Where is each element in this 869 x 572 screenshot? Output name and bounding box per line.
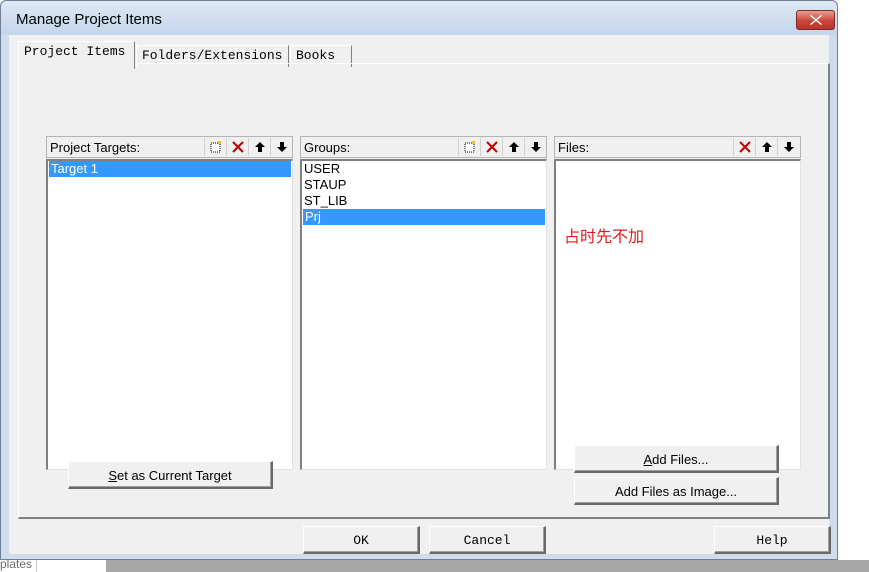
tab-panel-project-items: Project Targets: Target 1 Groups: USER S… [18,63,830,519]
new-item-icon [464,141,475,153]
close-icon [809,15,822,25]
project-targets-list[interactable]: Target 1 [46,159,293,470]
files-header: Files: [554,136,801,158]
move-group-down-button[interactable] [524,138,546,156]
groups-label: Groups: [304,140,351,155]
delete-icon [485,141,498,153]
ok-button[interactable]: OK [303,526,420,554]
list-item-group[interactable]: USER [302,161,546,177]
list-item-group[interactable]: Prj [303,209,545,225]
add-files-label: dd Files... [652,451,709,467]
add-files-accel: A [643,451,653,467]
delete-target-button[interactable] [226,138,248,156]
new-target-button[interactable] [204,138,226,156]
move-target-down-button[interactable] [270,138,292,156]
groups-toolbar [458,138,546,156]
move-down-icon [276,142,287,152]
help-button[interactable]: Help [714,526,831,554]
set-current-target-button[interactable]: Set as Current Target [68,461,273,489]
add-files-button[interactable]: Add Files... [574,445,779,473]
delete-group-button[interactable] [480,138,502,156]
files-toolbar [733,138,799,156]
groups-header: Groups: [300,136,547,158]
move-up-icon [254,142,265,152]
move-up-icon [761,142,772,152]
files-label: Files: [558,140,590,155]
set-current-target-label: et as Current Target [117,467,232,483]
groups-list[interactable]: USER STAUP ST_LIB Prj [300,159,547,470]
move-target-up-button[interactable] [248,138,270,156]
move-down-icon [530,142,541,152]
files-list[interactable]: 占时先不加 [554,159,801,470]
background-desktop [838,0,869,572]
close-button[interactable] [796,10,835,30]
move-up-icon [508,142,519,152]
delete-icon [738,141,751,153]
background-panel [106,560,869,572]
move-group-up-button[interactable] [502,138,524,156]
list-item-group[interactable]: STAUP [302,177,546,193]
delete-icon [231,141,244,153]
move-file-up-button[interactable] [755,138,777,156]
set-current-target-accel: S [108,467,117,483]
title-bar[interactable]: Manage Project Items [1,1,837,35]
project-targets-label: Project Targets: [50,140,141,155]
new-group-button[interactable] [458,138,480,156]
tab-project-items[interactable]: Project Items [18,41,135,69]
dialog-client-area: Project Items Folders/Extensions Books P… [9,35,831,554]
project-targets-toolbar [204,138,292,156]
add-files-as-image-button[interactable]: Add Files as Image... [574,477,779,505]
list-item-group[interactable]: ST_LIB [302,193,546,209]
list-item-target[interactable]: Target 1 [49,161,291,177]
move-down-icon [783,142,794,152]
cancel-button[interactable]: Cancel [429,526,546,554]
project-targets-header: Project Targets: [46,136,293,158]
manage-project-items-dialog: Manage Project Items Project Items Folde… [0,0,838,560]
files-annotation: 占时先不加 [564,229,645,246]
new-item-icon [210,141,221,153]
window-title: Manage Project Items [16,11,162,28]
move-file-down-button[interactable] [777,138,799,156]
delete-file-button[interactable] [733,138,755,156]
